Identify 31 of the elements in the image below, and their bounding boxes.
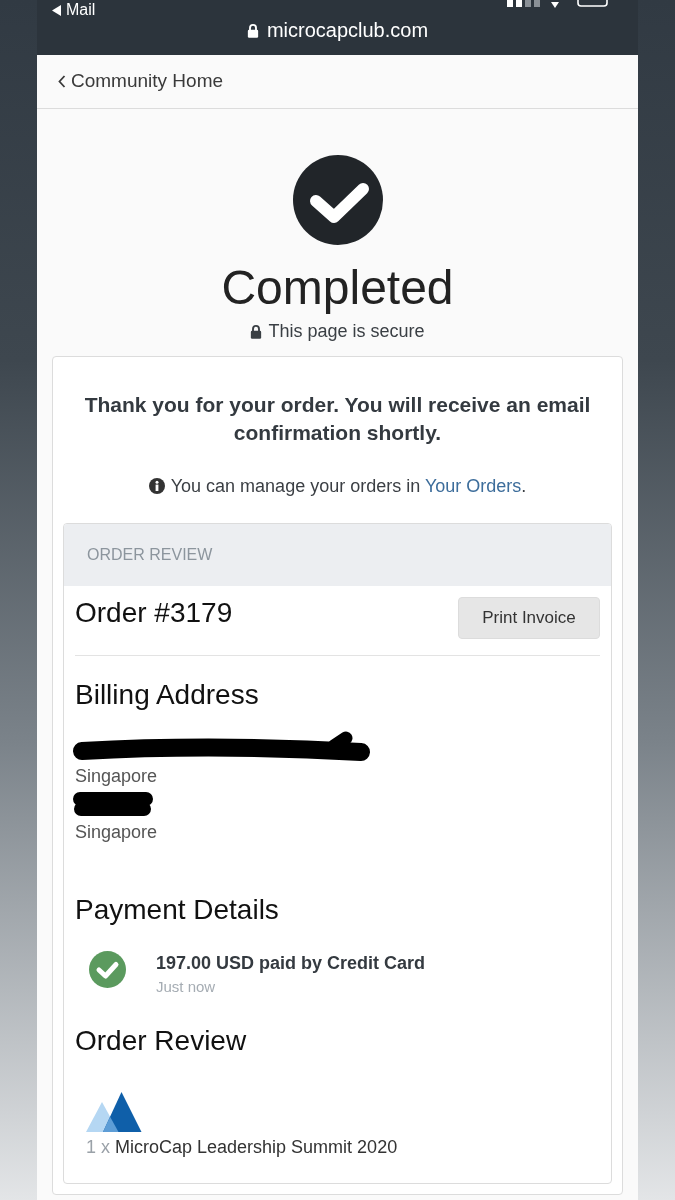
billing-heading: Billing Address <box>75 678 259 712</box>
order-number: Order #3179 <box>75 596 233 630</box>
arrow-icon <box>551 0 559 8</box>
community-home-link[interactable]: Community Home <box>58 67 224 96</box>
chevron-left-icon <box>58 75 66 88</box>
item-quantity: 1 x <box>86 1136 110 1159</box>
payment-time: Just now <box>156 977 216 997</box>
order-review-header: ORDER REVIEW <box>64 524 611 586</box>
lock-icon <box>246 22 259 38</box>
address-url: microcapclub.com <box>266 20 429 40</box>
confirmation-message: Thank you for your order. You will receive an email confirmation shortly. <box>83 392 592 446</box>
order-review-heading: Order Review <box>75 1024 247 1058</box>
print-invoice-button[interactable]: Print Invoice <box>458 597 600 639</box>
completed-title: Completed <box>221 260 454 316</box>
back-triangle-icon <box>52 4 61 16</box>
payment-heading: Payment Details <box>75 893 279 927</box>
product-logo-icon <box>86 1091 142 1132</box>
check-circle-icon <box>89 951 126 988</box>
address-line: Singapore <box>75 821 158 844</box>
your-orders-link[interactable]: Your Orders <box>424 476 522 496</box>
lock-icon <box>250 323 263 339</box>
back-to-mail-link[interactable]: Mail <box>52 0 96 20</box>
check-circle-icon <box>292 155 383 245</box>
orders-info-text: You can manage your orders in Your Orders. <box>170 475 527 498</box>
info-icon <box>148 478 165 494</box>
signal-icon <box>507 0 541 7</box>
secure-note: This page is secure <box>268 320 425 343</box>
item-name: MicroCap Leadership Summit 2020 <box>115 1136 398 1159</box>
payment-summary: 197.00 USD paid by Credit Card <box>156 952 426 975</box>
address-line: Singapore <box>75 765 158 788</box>
battery-icon <box>577 0 608 7</box>
